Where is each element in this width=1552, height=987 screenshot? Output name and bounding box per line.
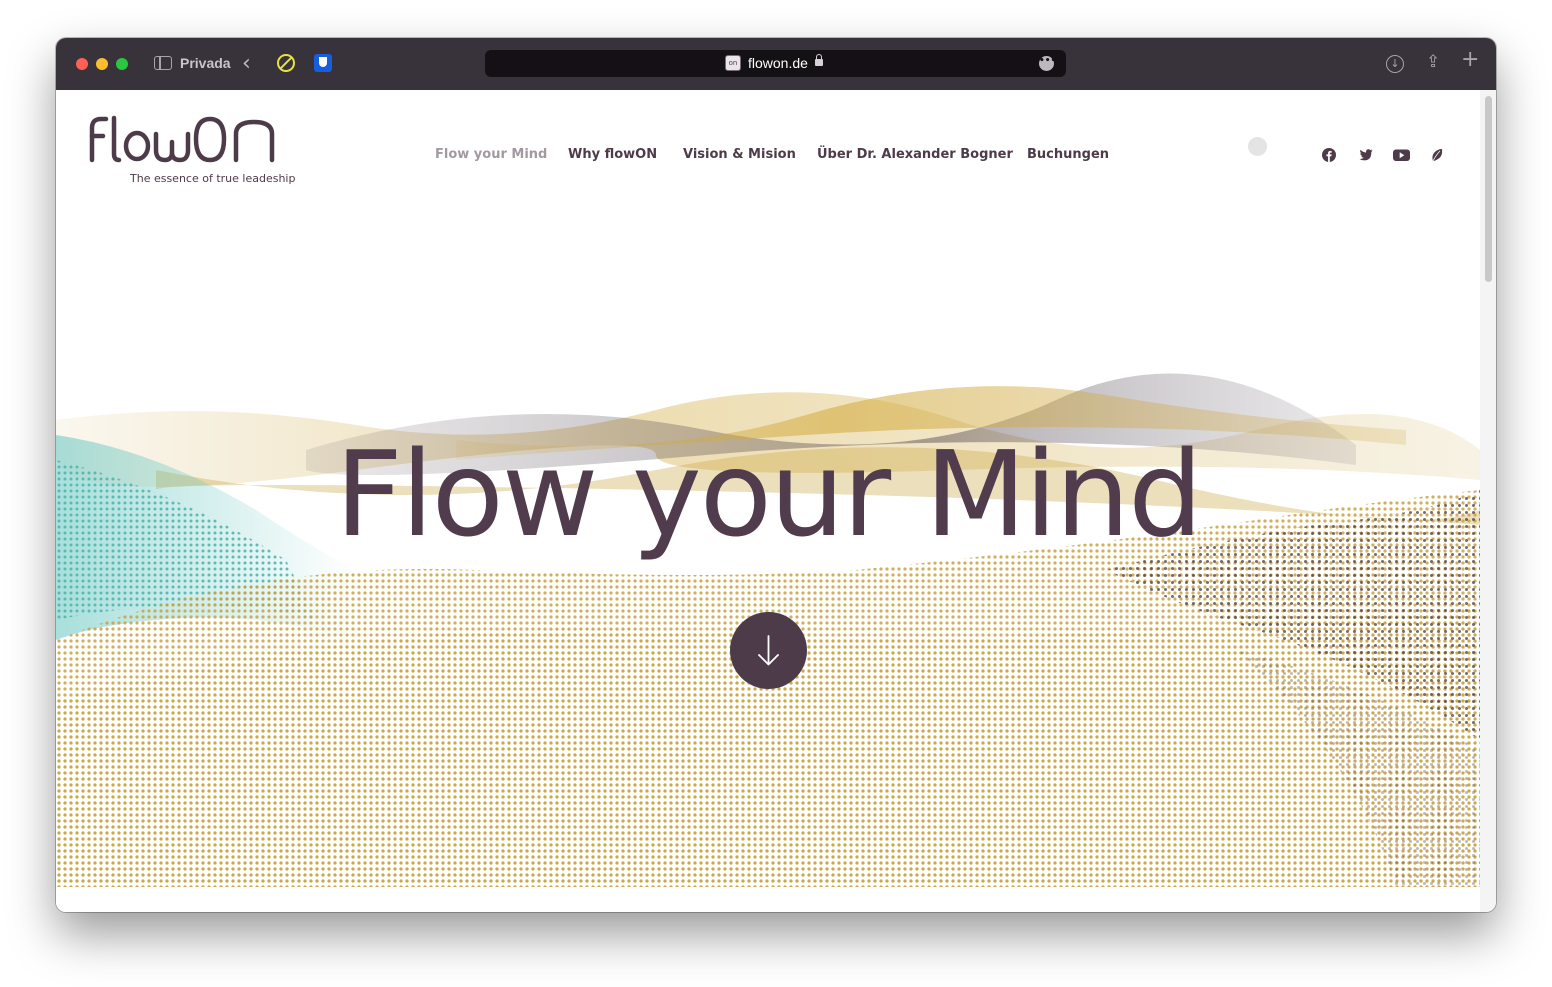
downloads-button[interactable]: ↓ <box>1386 55 1404 73</box>
site-tagline: The essence of true leadeship <box>130 172 296 185</box>
password-manager-extension-icon[interactable] <box>314 54 332 72</box>
browser-toolbar: Privada ‹ on flowon.de ••• ↓ ⇪ + <box>56 38 1496 90</box>
nav-buchungen[interactable]: Buchungen <box>1027 147 1109 162</box>
web-page: The essence of true leadeship Flow your … <box>56 90 1480 912</box>
scroll-down-button[interactable] <box>730 612 807 689</box>
facebook-icon[interactable] <box>1322 148 1336 162</box>
back-button[interactable]: ‹ <box>242 53 251 75</box>
cursor-indicator <box>1248 137 1267 156</box>
address-bar[interactable]: on flowon.de ••• <box>485 50 1066 77</box>
page-menu-button[interactable]: ••• <box>1039 56 1056 71</box>
minimize-window-button[interactable] <box>96 58 108 70</box>
nav-flow-your-mind[interactable]: Flow your Mind <box>435 147 547 162</box>
site-favicon-icon: on <box>725 55 741 71</box>
share-button[interactable]: ⇪ <box>1426 52 1440 72</box>
leaf-icon[interactable] <box>1430 148 1444 162</box>
sidebar-toggle-icon[interactable] <box>154 56 172 70</box>
browser-window: Privada ‹ on flowon.de ••• ↓ ⇪ + The ess… <box>56 38 1496 912</box>
close-window-button[interactable] <box>76 58 88 70</box>
scrollbar-thumb[interactable] <box>1485 96 1492 282</box>
arrow-down-icon <box>758 635 779 666</box>
private-mode-label: Privada <box>180 55 231 71</box>
hero-title: Flow your Mind <box>335 425 1203 563</box>
blocker-extension-icon[interactable] <box>277 54 295 72</box>
page-scrollbar[interactable] <box>1480 90 1496 912</box>
nav-uber-alexander-bogner[interactable]: Über Dr. Alexander Bogner <box>817 147 1013 162</box>
page-bottom-edge <box>56 887 1480 912</box>
url-text[interactable]: flowon.de <box>748 55 808 71</box>
lock-icon <box>815 54 823 66</box>
nav-vision-mision[interactable]: Vision & Mision <box>683 147 796 162</box>
nav-why-flowon[interactable]: Why flowON <box>568 147 657 162</box>
youtube-icon[interactable] <box>1393 148 1410 162</box>
new-tab-button[interactable]: + <box>1461 49 1479 71</box>
hero-wave-background <box>56 373 1480 887</box>
twitter-icon[interactable] <box>1358 148 1373 162</box>
fullscreen-window-button[interactable] <box>116 58 128 70</box>
flowon-logo[interactable] <box>88 114 284 164</box>
